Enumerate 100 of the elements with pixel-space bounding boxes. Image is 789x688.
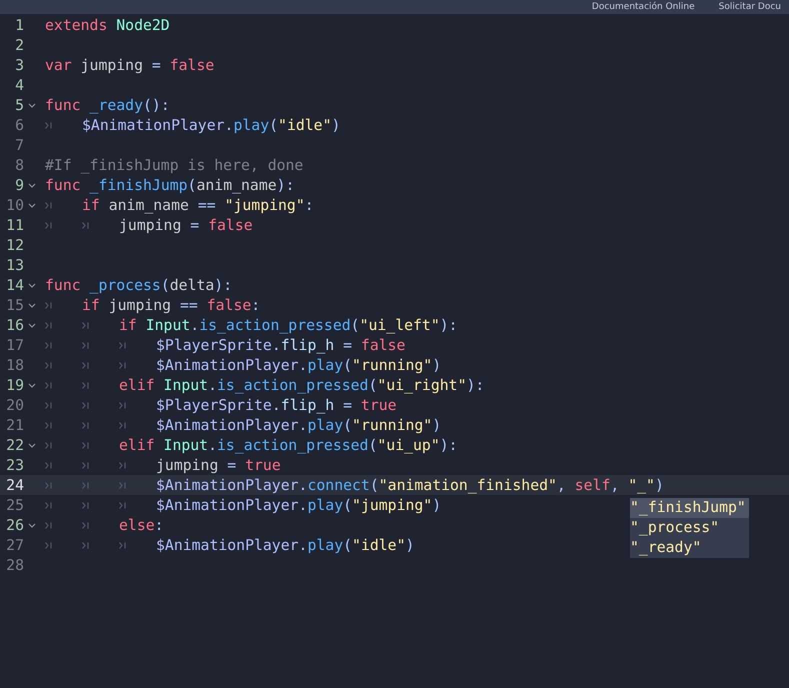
code-symbol: . <box>298 356 308 374</box>
fold-chevron-icon[interactable] <box>28 302 36 308</box>
function-name: is_action_pressed <box>199 316 351 334</box>
node-path: $AnimationPlayer <box>156 416 299 434</box>
code-symbol: . <box>298 536 308 554</box>
keyword: if <box>82 296 100 314</box>
tab-marker-icon <box>45 542 52 548</box>
type-name: Node2D <box>116 16 170 34</box>
fold-chevron-icon[interactable] <box>28 322 36 328</box>
code-symbol: . <box>298 416 308 434</box>
string-literal: "running" <box>352 416 432 434</box>
string-literal: "idle" <box>352 536 406 554</box>
code-symbol: = <box>343 396 352 414</box>
tab-marker-icon <box>45 322 52 328</box>
keyword: func <box>45 96 81 114</box>
keyword: true <box>360 396 397 414</box>
line-number: 28 <box>5 556 24 574</box>
code-symbol: , <box>556 476 566 494</box>
help-link[interactable]: Solicitar Docu <box>718 1 781 13</box>
tab-marker-icon <box>82 442 89 448</box>
line-number: 25 <box>5 496 24 514</box>
string-literal: "ui_left" <box>360 316 440 334</box>
autocomplete-item[interactable]: "_process" <box>630 518 749 538</box>
fold-chevron-icon[interactable] <box>28 522 36 528</box>
fold-chevron-icon[interactable] <box>28 282 36 288</box>
code-symbol: = <box>190 216 200 234</box>
tab-marker-icon <box>119 502 126 508</box>
tab-marker-icon <box>82 462 89 468</box>
fold-chevron-icon[interactable] <box>28 442 36 448</box>
code-symbol: ) <box>432 496 442 514</box>
keyword: self <box>574 476 610 494</box>
code-symbol: ( <box>188 176 196 194</box>
help-link[interactable]: Documentación Online <box>592 1 695 13</box>
fold-chevron-icon[interactable] <box>28 182 36 188</box>
tab-marker-icon <box>119 462 126 468</box>
keyword: extends <box>45 16 108 34</box>
tab-marker-icon <box>82 222 89 228</box>
tab-marker-icon <box>82 502 89 508</box>
tab-marker-icon <box>45 442 52 448</box>
tab-marker-icon <box>119 422 126 428</box>
code-text: anim_name <box>196 176 277 194</box>
fold-chevron-icon[interactable] <box>28 202 36 208</box>
function-name: connect <box>307 476 370 494</box>
code-symbol: . <box>298 476 308 494</box>
tab-marker-icon <box>82 342 89 348</box>
line-number: 23 <box>5 456 24 474</box>
function-name: play <box>233 116 270 134</box>
code-symbol: . <box>224 116 234 134</box>
autocomplete-item[interactable]: "_finishJump" <box>630 498 749 518</box>
code-symbol: , <box>610 476 620 494</box>
function-name: _ready <box>90 96 143 114</box>
code-symbol: : <box>251 296 260 314</box>
code-text: delta <box>170 276 214 294</box>
keyword: func <box>45 276 81 294</box>
member-name: flip_h <box>280 396 334 414</box>
function-name: play <box>307 416 344 434</box>
line-number: 1 <box>14 16 24 34</box>
code-symbol: . <box>272 336 281 354</box>
tab-marker-icon <box>45 522 52 528</box>
code-symbol: : <box>154 516 164 534</box>
keyword: false <box>208 216 253 234</box>
fold-chevron-icon[interactable] <box>28 102 36 108</box>
string-literal: "_" <box>628 476 655 494</box>
node-path: $AnimationPlayer <box>156 496 299 514</box>
tab-marker-icon <box>45 462 52 468</box>
function-name: is_action_pressed <box>217 436 368 454</box>
node-path: $PlayerSprite <box>156 336 272 354</box>
line-number: 12 <box>5 236 24 254</box>
tab-marker-icon <box>82 382 89 388</box>
tab-marker-icon <box>45 382 52 388</box>
code-symbol: ( <box>343 496 352 514</box>
tab-marker-icon <box>82 422 89 428</box>
code-symbol: ( <box>368 436 378 454</box>
line-number: 3 <box>14 56 24 74</box>
code-text: jumping <box>108 296 172 314</box>
tab-marker-icon <box>45 222 52 228</box>
tab-marker-icon <box>119 482 126 488</box>
node-path: $PlayerSprite <box>156 396 272 414</box>
code-symbol: ) <box>432 416 442 434</box>
tab-marker-icon <box>82 322 89 328</box>
tab-marker-icon <box>45 422 52 428</box>
tab-marker-icon <box>82 402 89 408</box>
type-name: Input <box>146 316 190 334</box>
fold-chevron-icon[interactable] <box>28 382 36 388</box>
code-symbol: == <box>180 296 198 314</box>
code-text: jumping <box>80 56 143 74</box>
function-name: _process <box>90 276 161 294</box>
tab-marker-icon <box>82 542 89 548</box>
code-symbol: = <box>227 456 236 474</box>
string-literal: "idle" <box>278 116 332 134</box>
line-number: 22 <box>5 436 24 454</box>
code-symbol: ( <box>343 536 352 554</box>
line-number: 18 <box>5 356 24 374</box>
code-symbol: ): <box>276 176 294 194</box>
autocomplete-item[interactable]: "_ready" <box>630 538 749 558</box>
tab-marker-icon <box>45 302 52 308</box>
code-symbol: ) <box>432 356 442 374</box>
node-path: $AnimationPlayer <box>156 356 299 374</box>
tab-marker-icon <box>45 482 52 488</box>
tab-marker-icon <box>82 482 89 488</box>
